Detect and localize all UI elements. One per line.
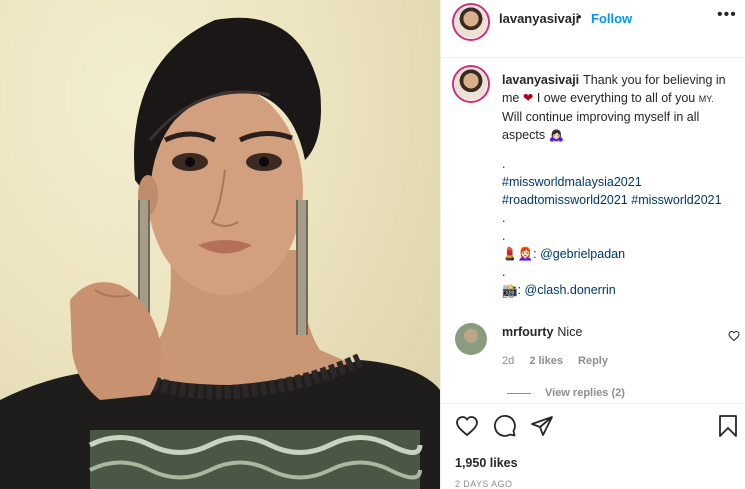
comment-body: Nice: [557, 325, 583, 339]
post-side-panel: lavanyasivaji • Follow ••• lavanyasivaji…: [440, 0, 745, 489]
caption-dot-3: .: [502, 229, 506, 243]
author-username[interactable]: lavanyasivaji: [499, 11, 579, 26]
caption-line2: Will continue improving myself in all as…: [502, 110, 700, 142]
reply-button[interactable]: Reply: [578, 355, 608, 367]
caption-line1b: I owe everything to all of you: [533, 91, 696, 105]
view-replies-button[interactable]: View replies (2): [507, 387, 625, 399]
hashtag-link-1[interactable]: #missworldmalaysia2021: [502, 175, 642, 189]
comment-meta: 2d 2 likes Reply: [502, 355, 620, 367]
more-options-icon[interactable]: •••: [717, 6, 737, 24]
follow-button[interactable]: Follow: [591, 11, 632, 26]
commenter-avatar[interactable]: [455, 323, 487, 355]
header-separator: •: [577, 9, 582, 24]
comment-likes[interactable]: 2 likes: [529, 355, 563, 367]
comment-text: mrfourty Nice: [502, 325, 582, 339]
replies-divider: [507, 392, 531, 394]
caption-avatar[interactable]: [455, 68, 487, 100]
mention-link-1[interactable]: @gebrielpadan: [540, 247, 625, 261]
caption-dot-4: .: [502, 265, 506, 279]
hashtag-link-2[interactable]: #roadtomissworld2021: [502, 193, 628, 207]
caption-text: lavanyasivaji Thank you for believing in …: [502, 71, 742, 299]
share-paper-plane-icon[interactable]: [530, 414, 554, 438]
comment-like-heart-icon[interactable]: [728, 330, 740, 342]
comment-bubble-icon[interactable]: [493, 414, 517, 438]
caption-dot-2: .: [502, 211, 506, 225]
bow-emoji-icon: 🙇🏻‍♀️: [548, 128, 565, 142]
view-replies-label: View replies (2): [545, 387, 625, 399]
caption-username[interactable]: lavanyasivaji: [502, 73, 579, 87]
likes-count[interactable]: 1,950 likes: [455, 456, 518, 470]
makeup-credit-icon: 💄👩🏻‍🦰:: [502, 247, 537, 261]
comments-section[interactable]: lavanyasivaji Thank you for believing in …: [441, 58, 745, 404]
heart-emoji-icon: ❤: [522, 91, 534, 105]
post-actions: 1,950 likes 2 DAYS AGO: [441, 403, 745, 489]
hashtag-link-3[interactable]: #missworld2021: [631, 193, 721, 207]
commenter-username[interactable]: mrfourty: [502, 325, 553, 339]
save-bookmark-icon[interactable]: [717, 414, 739, 438]
author-avatar[interactable]: [455, 6, 487, 38]
caption-suffix: MY.: [698, 94, 714, 104]
post-photo[interactable]: [0, 0, 440, 489]
caption-timestamp[interactable]: 2d: [502, 289, 514, 301]
like-heart-icon[interactable]: [455, 414, 479, 438]
post-header: lavanyasivaji • Follow •••: [441, 0, 745, 58]
mention-link-2[interactable]: @clash.donerrin: [525, 283, 616, 297]
comment-timestamp[interactable]: 2d: [502, 355, 514, 367]
caption-dot-1: .: [502, 157, 506, 171]
post-timestamp[interactable]: 2 DAYS AGO: [455, 479, 512, 489]
portrait-image: [0, 17, 440, 489]
